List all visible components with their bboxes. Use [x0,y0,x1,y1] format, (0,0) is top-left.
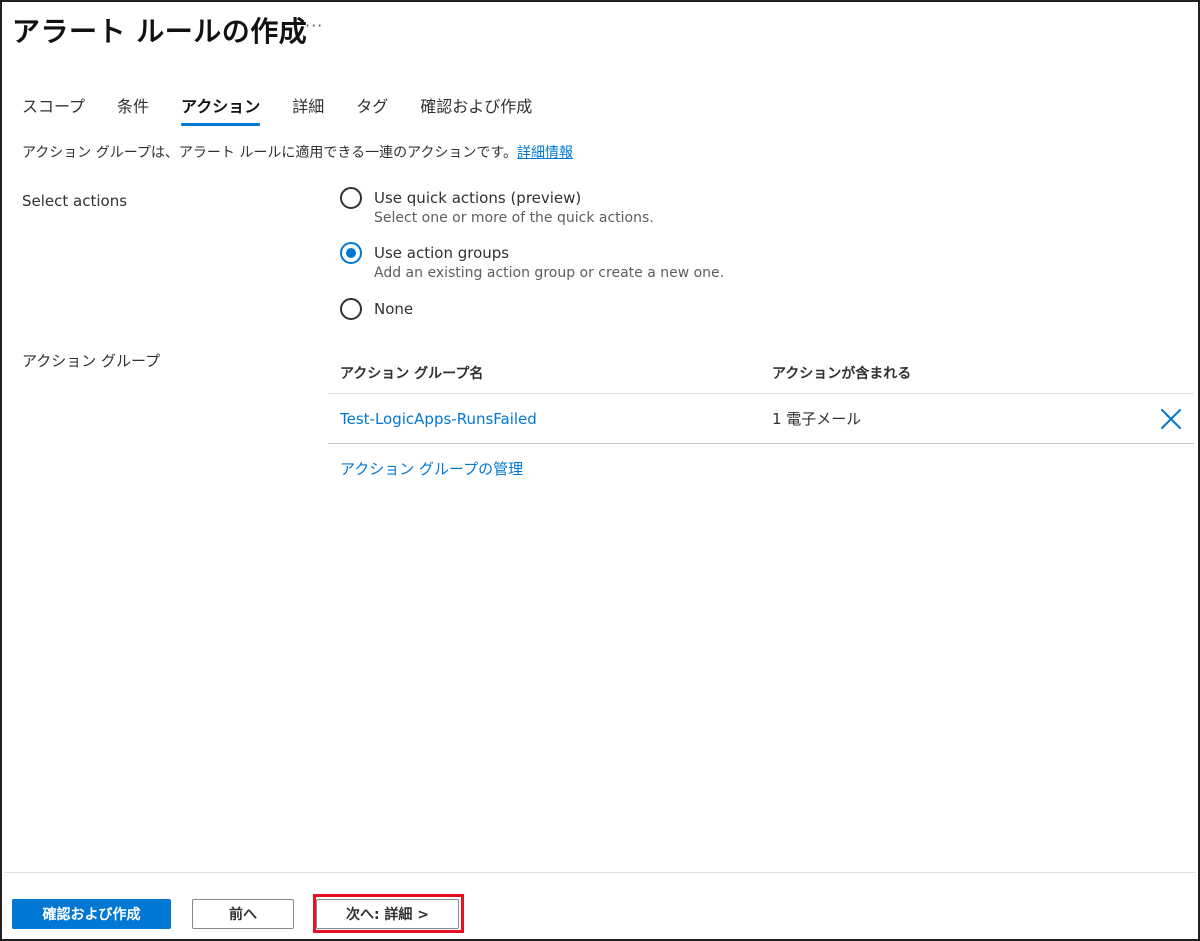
description-text: アクション グループは、アラート ルールに適用できる一連のアクションです。 [22,145,517,161]
tab-condition[interactable]: 条件 [117,93,149,124]
radio-title: None [374,300,414,318]
column-header-actions: アクションが含まれる [772,365,912,382]
select-actions-label: Select actions [22,192,128,210]
tab-bar: スコープ 条件 アクション 詳細 タグ 確認および作成 [22,93,564,126]
previous-button[interactable]: 前へ [192,899,294,929]
column-header-name: アクション グループ名 [340,365,484,382]
radio-selected-icon[interactable] [340,242,362,264]
tab-review-create[interactable]: 確認および作成 [420,93,532,124]
action-group-table: アクション グループ名 アクションが含まれる Test-LogicApps-Ru… [328,352,1194,444]
action-group-label: アクション グループ [22,352,161,370]
actions-included: 1 電子メール [772,410,862,428]
footer-divider [4,872,1196,873]
radio-quick-actions[interactable]: Use quick actions (preview) Select one o… [340,187,654,226]
table-row: Test-LogicApps-RunsFailed 1 電子メール [328,394,1194,444]
tab-scope[interactable]: スコープ [22,93,85,124]
radio-circle-icon[interactable] [340,298,362,320]
actions-description: アクション グループは、アラート ルールに適用できる一連のアクションです。詳細情… [22,142,573,162]
tab-tags[interactable]: タグ [356,93,388,124]
radio-title: Use action groups [374,244,510,262]
radio-title: Use quick actions (preview) [374,189,582,207]
action-group-name-link[interactable]: Test-LogicApps-RunsFailed [328,410,760,428]
learn-more-link[interactable]: 詳細情報 [517,145,573,161]
radio-circle-icon[interactable] [340,187,362,209]
table-header: アクション グループ名 アクションが含まれる [328,352,1194,394]
manage-action-groups-link[interactable]: アクション グループの管理 [340,458,523,479]
more-options-button[interactable]: ··· [305,16,323,35]
radio-action-groups[interactable]: Use action groups Add an existing action… [340,242,724,281]
radio-subtitle: Select one or more of the quick actions. [374,210,654,226]
tab-details[interactable]: 詳細 [292,93,324,124]
tab-actions[interactable]: アクション [181,93,261,126]
radio-subtitle: Add an existing action group or create a… [374,265,725,281]
window-frame: アラート ルールの作成 ··· スコープ 条件 アクション 詳細 タグ 確認およ… [0,0,1200,941]
next-button[interactable]: 次へ: 詳細 > [316,899,459,929]
page-title: アラート ルールの作成 [12,15,308,48]
review-create-button[interactable]: 確認および作成 [12,899,171,929]
radio-none[interactable]: None [340,298,413,320]
close-icon[interactable] [1160,408,1182,430]
